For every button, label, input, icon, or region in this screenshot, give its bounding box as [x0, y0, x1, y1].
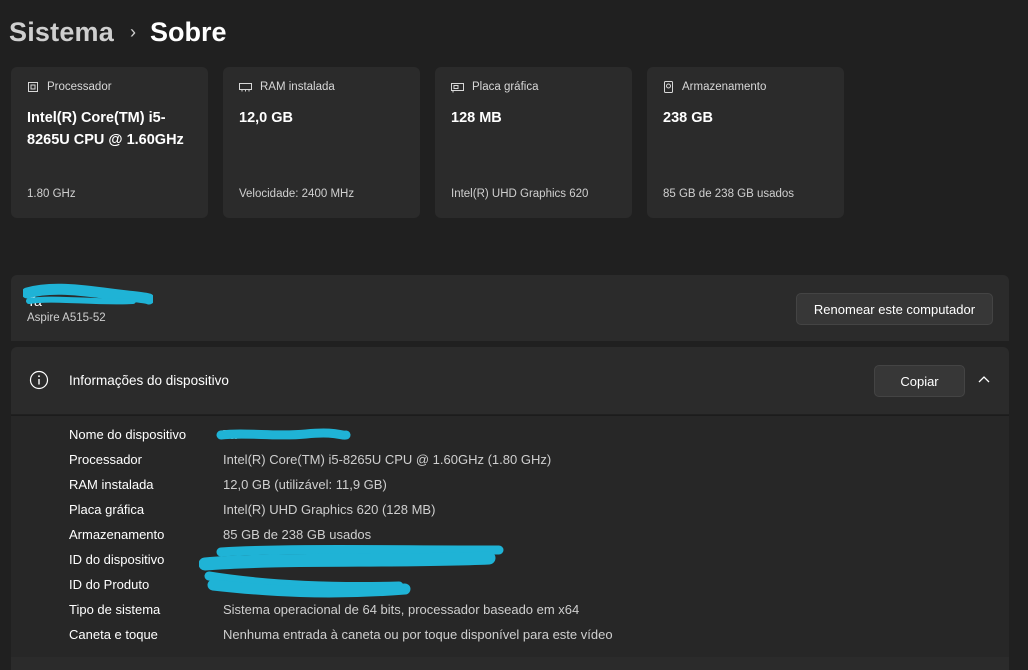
info-row-device-name: Nome do dispositivo Ta	[69, 427, 999, 447]
info-value: Intel(R) Core(TM) i5-8265U CPU @ 1.60GHz…	[223, 452, 552, 467]
ram-card-sub: Velocidade: 2400 MHz	[239, 188, 355, 200]
ram-card-header: RAM instalada	[239, 81, 335, 93]
device-info-body: Nome do dispositivo Ta Processador Intel…	[11, 415, 1009, 670]
info-row-pen-touch: Caneta e toque Nenhuma entrada à caneta …	[69, 627, 999, 647]
info-label: ID do Produto	[69, 577, 150, 592]
breadcrumb: Sistema › Sobre	[9, 12, 227, 52]
ram-card-value: 12,0 GB	[239, 110, 293, 126]
redaction-scribble	[207, 579, 411, 598]
info-value: Sistema operacional de 64 bits, processa…	[223, 602, 580, 617]
info-value: Intel(R) UHD Graphics 620 (128 MB)	[223, 502, 436, 517]
breadcrumb-sistema[interactable]: Sistema	[9, 17, 114, 48]
info-label: ID do dispositivo	[69, 552, 165, 567]
device-model: Aspire A515-52	[27, 312, 106, 324]
chevron-up-icon[interactable]	[977, 374, 991, 384]
gpu-card-value: 128 MB	[451, 110, 502, 126]
gpu-card-sub: Intel(R) UHD Graphics 620	[451, 188, 589, 200]
info-label: Caneta e toque	[69, 627, 158, 642]
storage-card-sub: 85 GB de 238 GB usados	[663, 188, 795, 200]
info-value: 12,0 GB (utilizável: 11,9 GB)	[223, 477, 387, 492]
info-icon	[29, 370, 49, 390]
next-section-edge	[11, 657, 1009, 670]
info-label: Armazenamento	[69, 527, 165, 542]
info-row-processor: Processador Intel(R) Core(TM) i5-8265U C…	[69, 452, 999, 472]
storage-card-label: Armazenamento	[682, 81, 767, 93]
gpu-card: Placa gráfica 128 MB Intel(R) UHD Graphi…	[435, 67, 632, 218]
processor-card-sub: 1.80 GHz	[27, 188, 76, 200]
redaction-scribble	[23, 283, 153, 305]
page-title: Sobre	[149, 16, 227, 47]
info-row-system-type: Tipo de sistema Sistema operacional de 6…	[69, 602, 999, 622]
device-info-title: Informações do dispositivo	[69, 373, 229, 388]
device-name-row: Ta Aspire A515-52 Renomear este computad…	[11, 275, 1009, 341]
ram-icon	[239, 83, 252, 92]
info-row-gpu: Placa gráfica Intel(R) UHD Graphics 620 …	[69, 502, 999, 522]
breadcrumb-chevron-icon: ›	[129, 21, 136, 42]
copy-button[interactable]: Copiar	[874, 365, 965, 397]
info-row-ram: RAM instalada 12,0 GB (utilizável: 11,9 …	[69, 477, 999, 497]
gpu-icon	[451, 82, 464, 92]
storage-card-value: 238 GB	[663, 110, 713, 126]
processor-icon	[28, 82, 38, 92]
info-value: Nenhuma entrada à caneta ou por toque di…	[223, 627, 613, 642]
processor-card: Processador Intel(R) Core(TM) i5-8265U C…	[11, 67, 208, 218]
ram-card: RAM instalada 12,0 GB Velocidade: 2400 M…	[223, 67, 420, 218]
gpu-card-label: Placa gráfica	[472, 81, 539, 93]
rename-computer-button[interactable]: Renomear este computador	[796, 293, 993, 325]
settings-window: Sistema › Sobre Processador Intel(R) Cor…	[0, 0, 1028, 670]
info-label: Placa gráfica	[69, 502, 145, 517]
info-label: Processador	[69, 452, 142, 467]
redaction-scribble	[216, 428, 351, 440]
processor-card-header: Processador	[27, 81, 112, 93]
info-label: Tipo de sistema	[69, 602, 161, 617]
info-label: Nome do dispositivo	[69, 427, 187, 442]
storage-icon	[664, 81, 673, 93]
device-info-header[interactable]: Informações do dispositivo Copiar	[11, 347, 1009, 414]
storage-card: Armazenamento 238 GB 85 GB de 238 GB usa…	[647, 67, 844, 218]
processor-card-value: Intel(R) Core(TM) i5-8265U CPU @ 1.60GHz	[27, 110, 184, 148]
gpu-card-header: Placa gráfica	[451, 81, 538, 93]
info-value: 85 GB de 238 GB usados	[223, 527, 372, 542]
storage-card-header: Armazenamento	[663, 81, 766, 93]
info-label: RAM instalada	[69, 477, 154, 492]
processor-card-label: Processador	[47, 81, 112, 93]
ram-card-label: RAM instalada	[260, 81, 335, 93]
